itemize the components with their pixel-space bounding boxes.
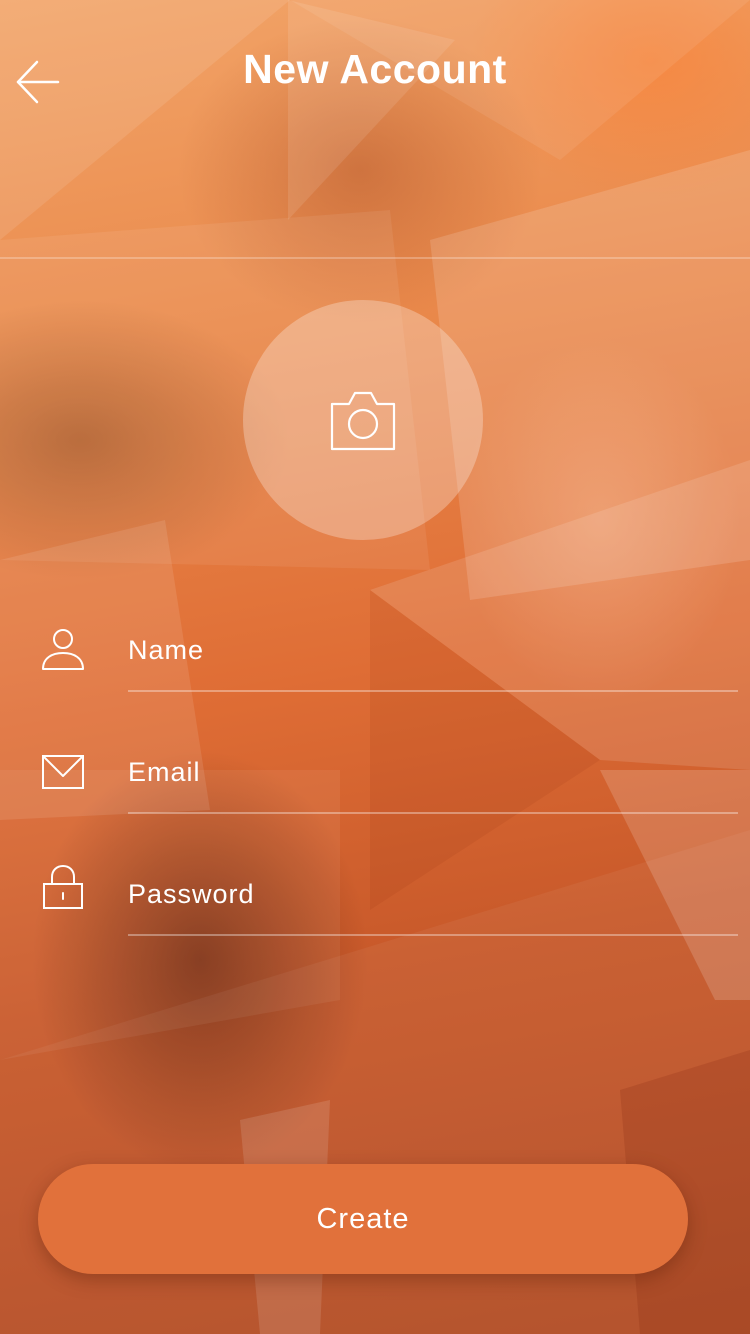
- password-field-group: [0, 864, 750, 964]
- password-underline: [128, 934, 738, 936]
- email-underline: [128, 812, 738, 814]
- name-underline: [128, 690, 738, 692]
- header: New Account: [0, 0, 750, 140]
- page-title: New Account: [243, 46, 507, 92]
- header-divider: [0, 257, 750, 259]
- camera-icon: [330, 391, 396, 451]
- email-field-group: [0, 742, 750, 842]
- lock-icon: [43, 864, 83, 909]
- user-icon: [42, 629, 84, 670]
- name-field-group: [0, 620, 750, 720]
- name-input[interactable]: [128, 620, 728, 680]
- create-button[interactable]: Create: [38, 1164, 688, 1274]
- email-input[interactable]: [128, 742, 728, 802]
- add-photo-button[interactable]: [243, 300, 483, 540]
- envelope-icon: [42, 755, 84, 789]
- password-input[interactable]: [128, 864, 728, 924]
